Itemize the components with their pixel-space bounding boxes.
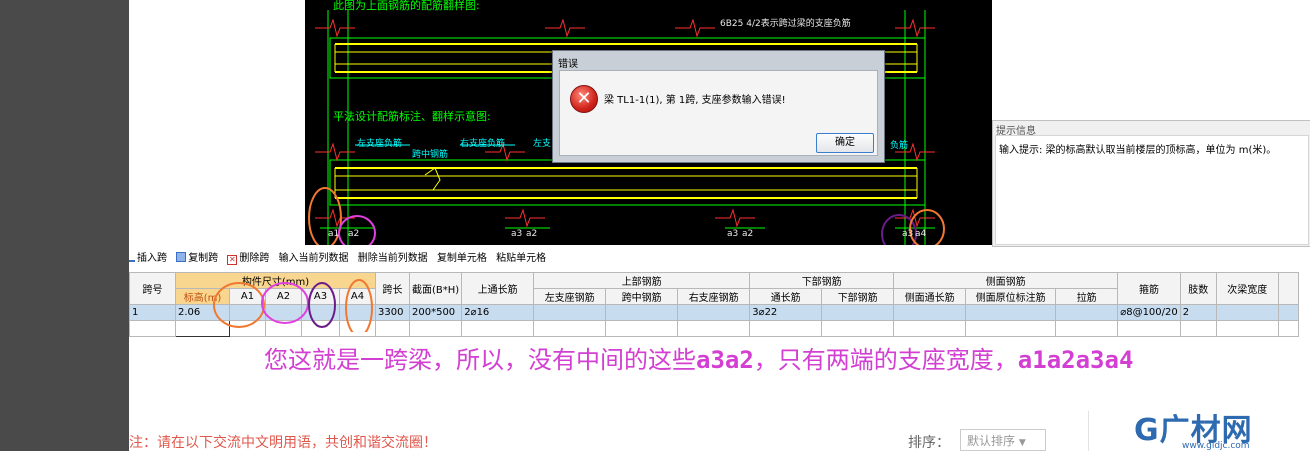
copy-icon xyxy=(176,252,187,262)
ok-button[interactable]: 确定 xyxy=(816,133,874,153)
cell-bot-bottom[interactable] xyxy=(821,304,895,321)
cell-empty[interactable] xyxy=(1055,320,1119,337)
insert-span-button[interactable]: 插入跨 xyxy=(129,249,167,264)
insert-icon xyxy=(129,260,135,262)
delete-span-label: 删除跨 xyxy=(239,253,270,264)
col-bot-bottom-header: 下部钢筋 xyxy=(821,288,895,305)
col-secw-header: 次梁宽度 xyxy=(1215,272,1279,305)
cad-top-note: 6B25 4/2表示跨过梁的支座负筋 xyxy=(720,19,851,29)
col-extra-header xyxy=(1277,272,1299,305)
cad-left-support-label: 左支座负筋 xyxy=(357,139,403,149)
paste-cell-button[interactable]: 粘贴单元格 xyxy=(496,249,546,264)
delete-column-data-button[interactable]: 删除当前列数据 xyxy=(358,249,428,264)
cad-right-neg-trunc: 负筋 xyxy=(890,141,909,151)
cad-label-a2: a2 xyxy=(348,229,360,239)
copy-span-label: 复制跨 xyxy=(188,253,219,264)
hint-panel: 提示信息 输入提示: 梁的标高默认取当前楼层的顶标高，单位为 m(米)。 xyxy=(992,120,1310,247)
cell-empty[interactable] xyxy=(605,320,679,337)
col-bot-header: 下部钢筋 xyxy=(749,272,895,289)
header-annotation-circles xyxy=(213,279,373,332)
left-dark-background xyxy=(0,0,129,451)
logo: G广材网 www.gldjc.com xyxy=(1134,405,1253,451)
annotation-text: 您这就是一跨梁，所以，没有中间的这些a3a2，只有两端的支座宽度，a1a2a3a… xyxy=(264,340,1133,375)
delete-span-button[interactable]: ✕ 删除跨 xyxy=(227,249,269,265)
col-side-through-header: 侧面通长筋 xyxy=(893,288,967,305)
grid-toolbar: 插入跨 复制跨 ✕ 删除跨 输入当前列数据 删除当前列数据 复制单元格 粘贴单元格 xyxy=(129,249,1310,269)
cad-label-a1: a1 xyxy=(328,229,340,239)
cell-empty[interactable] xyxy=(821,320,895,337)
bottom-left-dark xyxy=(0,411,129,451)
cell-top-mid[interactable] xyxy=(605,304,679,321)
cell-empty[interactable] xyxy=(677,320,751,337)
col-side-header: 侧面钢筋 xyxy=(893,272,1119,289)
cell-empty[interactable] xyxy=(1179,320,1217,337)
footer-divider xyxy=(1088,411,1089,451)
dialog-body: ✕ 梁 TL1-1(1), 第 1跨, 支座参数输入错误! 确定 xyxy=(559,70,878,156)
sort-label: 排序： xyxy=(908,435,950,451)
beam-parameter-grid: 跨号 构件尺寸(mm) 跨长 截面(B*H) 上通长筋 上部钢筋 下部钢筋 侧面… xyxy=(129,272,1310,337)
input-column-data-button[interactable]: 输入当前列数据 xyxy=(279,249,349,264)
error-icon: ✕ xyxy=(570,85,598,113)
cell-stir[interactable]: ⌀8@100/20 xyxy=(1117,304,1181,321)
dialog-message: 梁 TL1-1(1), 第 1跨, 支座参数输入错误! xyxy=(604,95,786,106)
annotation-code-a1a2a3a4: a1a2a3a4 xyxy=(1017,346,1134,374)
chevron-down-icon: ▼ xyxy=(1018,438,1026,448)
cell-empty[interactable] xyxy=(893,320,967,337)
insert-span-label: 插入跨 xyxy=(137,253,167,264)
cell-top-right[interactable] xyxy=(677,304,751,321)
cad-mid-caption: 平法设计配筋标注、翻样示意图: xyxy=(333,110,491,123)
col-stir-header: 箍筋 xyxy=(1117,272,1181,305)
delete-icon: ✕ xyxy=(227,255,238,265)
cad-top-caption: 此图为上面钢筋的配筋翻样图: xyxy=(333,0,480,12)
col-top-header: 上部钢筋 xyxy=(533,272,751,289)
cell-top-left[interactable] xyxy=(533,304,607,321)
hint-text: 输入提示: 梁的标高默认取当前楼层的顶标高，单位为 m(米)。 xyxy=(999,145,1277,156)
cell-side-through[interactable] xyxy=(893,304,967,321)
sort-select-value: 默认排序 xyxy=(967,434,1016,448)
cell-empty[interactable] xyxy=(749,320,823,337)
dialog-title: 错误 xyxy=(558,59,578,70)
cad-right-support-trunc: 左支 xyxy=(533,139,552,149)
col-top-right-header: 右支座钢筋 xyxy=(677,288,751,305)
error-dialog: 错误 ✕ 梁 TL1-1(1), 第 1跨, 支座参数输入错误! 确定 xyxy=(552,50,885,163)
cell-empty[interactable] xyxy=(1277,320,1299,337)
cell-empty[interactable] xyxy=(533,320,607,337)
cell-legs[interactable]: 2 xyxy=(1179,304,1217,321)
cad-label-a3: a3 xyxy=(511,229,523,239)
copy-cell-button[interactable]: 复制单元格 xyxy=(437,249,487,264)
copy-span-button[interactable]: 复制跨 xyxy=(176,249,218,264)
cell-empty[interactable] xyxy=(965,320,1057,337)
annotation-text-part2: ，只有两端的支座宽度， xyxy=(753,346,1018,374)
cell-secw[interactable] xyxy=(1215,304,1279,321)
cad-span-mid-label: 跨中钢筋 xyxy=(412,150,449,160)
cad-label-a3: a3 xyxy=(902,229,914,239)
cad-label-a3: a3 xyxy=(727,229,739,239)
cell-bot-through[interactable]: 3⌀22 xyxy=(749,304,823,321)
cell-extra[interactable] xyxy=(1277,304,1299,321)
col-top-left-header: 左支座钢筋 xyxy=(533,288,607,305)
cad-label-a2: a2 xyxy=(526,229,538,239)
left-blank-panel xyxy=(129,0,305,245)
cad-label-a4: a4 xyxy=(915,229,927,239)
col-bot-through-header: 通长筋 xyxy=(749,288,823,305)
col-legs-header: 肢数 xyxy=(1179,272,1217,305)
sort-select[interactable]: 默认排序 ▼ xyxy=(960,429,1046,451)
cad-right-support-label: 右支座负筋 xyxy=(460,139,506,149)
cell-empty[interactable] xyxy=(1117,320,1181,337)
col-side-tie-header: 拉筋 xyxy=(1055,288,1119,305)
col-top-mid-header: 跨中钢筋 xyxy=(605,288,679,305)
annotation-code-a3a2: a3a2 xyxy=(696,346,754,374)
logo-url: www.gldjc.com xyxy=(1182,441,1250,451)
col-side-orig-header: 侧面原位标注筋 xyxy=(965,288,1057,305)
footer-note: 注：请在以下交流中文明用语，共创和谐交流圈！ xyxy=(129,435,437,451)
cell-side-orig[interactable] xyxy=(965,304,1057,321)
cell-side-tie[interactable] xyxy=(1055,304,1119,321)
annotation-text-part1: 您这就是一跨梁，所以，没有中间的这些 xyxy=(264,346,696,374)
cell-empty[interactable] xyxy=(1215,320,1279,337)
cad-label-a2: a2 xyxy=(742,229,754,239)
